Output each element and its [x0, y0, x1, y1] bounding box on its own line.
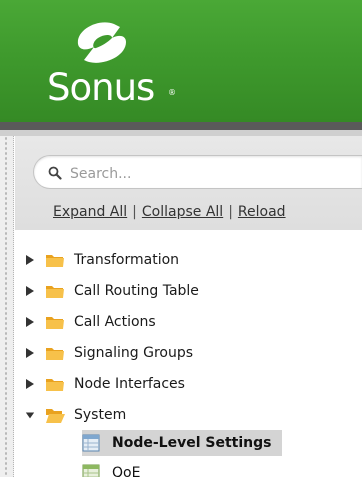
- tree-item-label: Transformation: [74, 252, 180, 268]
- tree-item-node-interfaces[interactable]: Node Interfaces: [25, 372, 185, 396]
- tree-item-call-routing-table[interactable]: Call Routing Table: [25, 279, 199, 303]
- tree-actions: Expand All | Collapse All | Reload: [53, 204, 286, 224]
- folder-icon: [46, 285, 64, 298]
- tree-item-label: System: [74, 407, 127, 423]
- folder-icon: [46, 347, 64, 360]
- tree-item-node-level-settings[interactable]: Node-Level Settings: [82, 430, 282, 456]
- tree-item-label: QoE: [112, 465, 141, 477]
- tree-item-signaling-groups[interactable]: Signaling Groups: [25, 341, 193, 365]
- tree-item-label: Node-Level Settings: [112, 435, 272, 451]
- brand-name: Sonus: [47, 66, 155, 109]
- table-icon: [82, 434, 100, 452]
- collapse-all-link[interactable]: Collapse All: [142, 204, 223, 220]
- search-input[interactable]: [70, 163, 350, 185]
- search-icon: [48, 166, 62, 180]
- header-divider: [0, 122, 362, 130]
- tree-item-call-actions[interactable]: Call Actions: [25, 310, 156, 334]
- sonus-logo-icon: [77, 22, 126, 63]
- folder-open-icon: [46, 408, 65, 423]
- collapse-arrow-icon[interactable]: [25, 409, 35, 421]
- separator: |: [132, 204, 137, 220]
- tree-item-label: Call Actions: [74, 314, 156, 330]
- tree-item-system[interactable]: System: [25, 403, 126, 427]
- tree-item-qoe[interactable]: QoE: [82, 460, 140, 477]
- app-header: Sonus ®: [0, 0, 362, 122]
- folder-icon: [46, 316, 64, 329]
- separator: |: [228, 204, 233, 220]
- expand-all-link[interactable]: Expand All: [53, 204, 127, 220]
- tree-item-label: Call Routing Table: [74, 283, 199, 299]
- reload-link[interactable]: Reload: [238, 204, 286, 220]
- tree-item-label: Node Interfaces: [74, 376, 185, 392]
- tree-item-transformation[interactable]: Transformation: [25, 248, 179, 272]
- table-icon: [82, 464, 100, 477]
- folder-icon: [46, 254, 64, 267]
- splitter-handle[interactable]: [0, 136, 14, 477]
- tree-item-label: Signaling Groups: [74, 345, 194, 361]
- expand-arrow-icon[interactable]: [25, 316, 35, 328]
- expand-arrow-icon[interactable]: [25, 378, 35, 390]
- folder-icon: [46, 378, 64, 391]
- expand-arrow-icon[interactable]: [25, 285, 35, 297]
- registered-mark: ®: [168, 88, 176, 97]
- expand-arrow-icon[interactable]: [25, 347, 35, 359]
- expand-arrow-icon[interactable]: [25, 254, 35, 266]
